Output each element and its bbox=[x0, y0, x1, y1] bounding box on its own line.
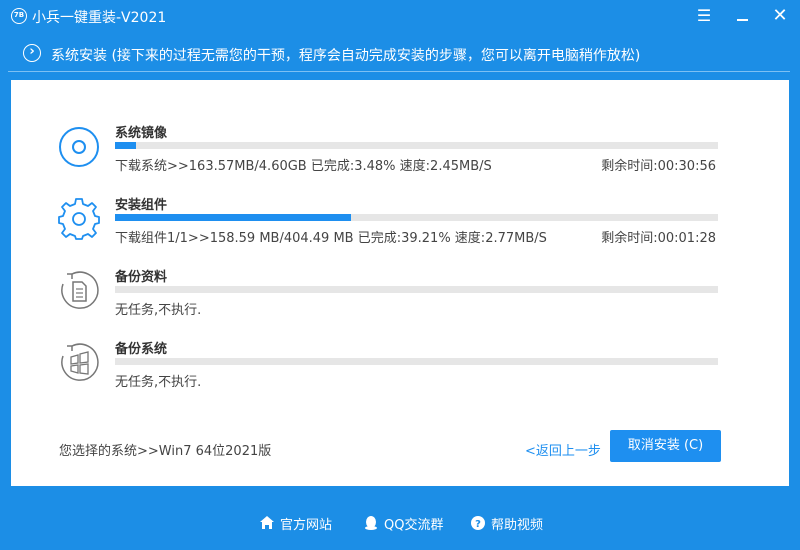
footer-label: 官方网站 bbox=[280, 518, 333, 533]
task-backup-data: 备份资料 无任务,不执行. bbox=[11, 224, 789, 318]
menu-icon[interactable]: ☰ bbox=[691, 4, 717, 28]
task-status: 无任务,不执行. bbox=[115, 375, 202, 390]
minimize-icon[interactable] bbox=[729, 4, 755, 28]
qq-icon bbox=[365, 516, 377, 530]
step-divider bbox=[8, 71, 790, 72]
window-title: 小兵一键重装-V2021 bbox=[32, 10, 167, 26]
install-panel: 系统镜像 下载系统>>163.57MB/4.60GB 已完成:3.48% 速度:… bbox=[11, 80, 789, 486]
cancel-install-button[interactable]: 取消安装 (C) bbox=[610, 430, 721, 462]
selected-system-label: 您选择的系统>>Win7 64位2021版 bbox=[59, 444, 272, 459]
chevron-right-icon: › bbox=[23, 44, 41, 62]
windows-icon bbox=[61, 343, 99, 381]
step-description: 系统安装 (接下来的过程无需您的干预，程序会自动完成安装的步骤，您可以离开电脑稍… bbox=[51, 48, 641, 64]
progress-bar bbox=[115, 214, 718, 221]
title-bar: 7B 小兵一键重装-V2021 ☰ ✕ bbox=[0, 0, 800, 34]
app-logo: 7B bbox=[11, 8, 27, 24]
back-link[interactable]: <返回上一步 bbox=[525, 440, 601, 459]
task-name: 安装组件 bbox=[115, 198, 168, 213]
task-name: 备份系统 bbox=[115, 342, 168, 357]
svg-text:?: ? bbox=[475, 519, 481, 530]
home-icon bbox=[260, 516, 274, 529]
task-name: 系统镜像 bbox=[115, 126, 168, 141]
footer-label: QQ交流群 bbox=[384, 518, 444, 533]
footer-label: 帮助视频 bbox=[491, 518, 544, 533]
progress-bar bbox=[115, 358, 718, 365]
task-backup-system: 备份系统 无任务,不执行. bbox=[11, 296, 789, 390]
progress-fill bbox=[115, 142, 136, 149]
progress-bar bbox=[115, 286, 718, 293]
close-icon[interactable]: ✕ bbox=[767, 4, 793, 28]
task-name: 备份资料 bbox=[115, 270, 168, 285]
task-system-image: 系统镜像 下载系统>>163.57MB/4.60GB 已完成:3.48% 速度:… bbox=[11, 80, 789, 174]
task-components: 安装组件 下载组件1/1>>158.59 MB/404.49 MB 已完成:39… bbox=[11, 152, 789, 246]
progress-fill bbox=[115, 214, 352, 221]
progress-bar bbox=[115, 142, 718, 149]
help-icon: ? bbox=[471, 516, 485, 530]
